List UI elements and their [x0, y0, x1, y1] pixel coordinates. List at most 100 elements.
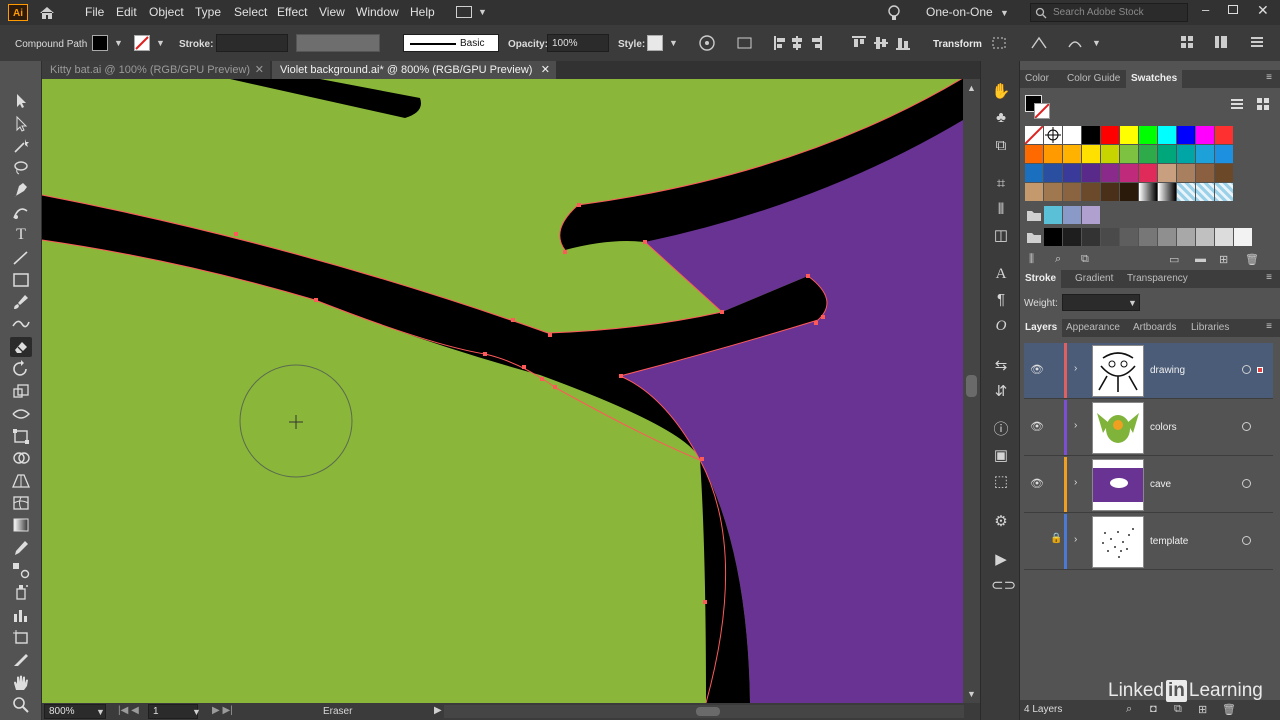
brush-definition[interactable]: Basic [403, 34, 499, 52]
new-layer-icon[interactable]: ⊞ [1198, 703, 1207, 716]
artboard-number-field[interactable]: 1 [148, 704, 198, 719]
chevron-down-icon[interactable]: ▼ [1092, 38, 1101, 48]
swatch[interactable] [1044, 206, 1062, 224]
tab-artboards[interactable]: Artboards [1128, 319, 1181, 337]
swatch[interactable] [1177, 145, 1195, 163]
slice-tool-icon[interactable] [10, 650, 32, 670]
puppet-warp-icon[interactable] [1066, 35, 1084, 51]
stroke-swatch[interactable] [134, 35, 150, 51]
eraser-tool-icon[interactable] [10, 337, 32, 357]
swatch-libraries-icon[interactable]: ⫼ [1029, 253, 1034, 266]
shape-builder-tool-icon[interactable] [10, 448, 32, 468]
chevron-down-icon[interactable]: ▼ [1000, 8, 1009, 18]
show-kinds-icon[interactable]: ⌕ [1055, 253, 1061, 266]
links-icon[interactable]: ⇆ [991, 357, 1011, 375]
rectangle-tool-icon[interactable] [10, 270, 32, 290]
tab-layers[interactable]: Layers [1020, 319, 1063, 337]
path-icon[interactable] [1030, 35, 1048, 51]
line-tool-icon[interactable] [10, 248, 32, 268]
new-sublayer-icon[interactable]: ⧉ [1174, 703, 1182, 716]
free-transform-tool-icon[interactable] [10, 426, 32, 446]
swatch[interactable] [1025, 164, 1043, 182]
target-circle-icon[interactable] [1242, 422, 1251, 431]
column-graph-tool-icon[interactable] [10, 605, 32, 625]
swatch[interactable] [1025, 183, 1043, 201]
locate-object-icon[interactable]: ⌕ [1126, 703, 1132, 716]
layer-row-template[interactable]: 🔒 › template [1024, 514, 1273, 570]
chevron-down-icon[interactable]: ▼ [192, 707, 201, 717]
transform-button[interactable]: Transform [933, 39, 982, 50]
gear-icon[interactable]: ⚙ [991, 513, 1011, 531]
swatch[interactable] [1158, 164, 1176, 182]
status-menu-arrow[interactable]: ▶ [434, 705, 442, 716]
tab-stroke[interactable]: Stroke [1020, 270, 1062, 288]
swatch[interactable] [1082, 164, 1100, 182]
scroll-up-icon[interactable]: ▲ [967, 83, 976, 93]
mesh-tool-icon[interactable] [10, 493, 32, 513]
chevron-down-icon[interactable]: ▼ [669, 38, 678, 48]
swatch[interactable] [1139, 164, 1157, 182]
first-artboard-button[interactable]: |◀ ◀ [118, 705, 139, 716]
opacity-field[interactable]: 100% [547, 34, 609, 52]
swatch[interactable] [1044, 164, 1062, 182]
swatch[interactable] [1082, 228, 1100, 246]
swatch[interactable] [1215, 228, 1233, 246]
swatch[interactable] [1120, 183, 1138, 201]
swatch[interactable] [1082, 183, 1100, 201]
chevron-down-icon[interactable]: ▼ [478, 7, 487, 17]
swatch[interactable] [1215, 183, 1233, 201]
isolate-icon[interactable] [990, 35, 1008, 51]
arrange-documents-icon[interactable] [456, 6, 472, 18]
grid-icon[interactable] [1180, 35, 1194, 49]
close-window-button[interactable]: ✕ [1257, 2, 1269, 19]
home-icon[interactable] [38, 5, 56, 20]
menu-type[interactable]: Type [195, 5, 221, 19]
link-icon[interactable]: ⊂⊃ [991, 577, 1016, 595]
swatch[interactable] [1215, 126, 1233, 144]
swatch[interactable] [1177, 164, 1195, 182]
layer-row-drawing[interactable]: 👁 › drawing [1024, 343, 1273, 399]
selected-art-indicator[interactable] [1257, 367, 1263, 373]
swatch[interactable] [1196, 228, 1214, 246]
target-circle-icon[interactable] [1242, 479, 1251, 488]
panel-arrange-icon[interactable] [1214, 35, 1228, 49]
pathfinder-icon[interactable]: ◫ [991, 227, 1011, 245]
maximize-button[interactable] [1228, 5, 1238, 14]
panel-menu-icon[interactable]: ≡ [1266, 321, 1272, 332]
layer-row-colors[interactable]: 👁 › colors [1024, 400, 1273, 456]
direct-selection-tool-icon[interactable] [10, 114, 32, 134]
swatch[interactable] [1063, 228, 1081, 246]
opentype-icon[interactable]: O [991, 317, 1011, 335]
close-tab-icon[interactable]: ✕ [255, 61, 264, 79]
search-adobe-stock[interactable]: Search Adobe Stock [1030, 3, 1188, 22]
pen-tool-icon[interactable] [10, 180, 32, 200]
chevron-right-icon[interactable]: › [1074, 534, 1077, 545]
align-buttons[interactable] [772, 34, 932, 52]
lightbulb-icon[interactable] [886, 4, 902, 22]
chevron-down-icon[interactable]: ▼ [114, 38, 123, 48]
artboard-tool-icon[interactable] [10, 627, 32, 647]
swatch[interactable] [1139, 228, 1157, 246]
navigator-icon[interactable]: ⬚ [991, 473, 1011, 491]
swatch-grid[interactable] [1024, 125, 1255, 246]
swatch[interactable] [1063, 183, 1081, 201]
tab-swatches[interactable]: Swatches [1126, 70, 1183, 88]
grid-view-icon[interactable] [1256, 97, 1270, 111]
swatch[interactable] [1025, 145, 1043, 163]
layer-name[interactable]: template [1150, 536, 1188, 547]
character-icon[interactable]: A [991, 265, 1011, 283]
chevron-down-icon[interactable]: ▼ [96, 707, 105, 717]
swatch[interactable] [1139, 145, 1157, 163]
shaper-tool-icon[interactable] [10, 314, 32, 334]
menu-edit[interactable]: Edit [116, 5, 137, 19]
recolor-artwork-icon[interactable] [698, 35, 716, 51]
selection-tool-icon[interactable] [10, 91, 32, 111]
align-to-icon[interactable] [736, 35, 756, 51]
scale-tool-icon[interactable] [10, 381, 32, 401]
panel-menu-icon[interactable]: ≡ [1266, 272, 1272, 283]
swatch[interactable] [1101, 183, 1119, 201]
lock-icon[interactable]: 🔒 [1050, 533, 1062, 544]
swatch[interactable] [1196, 126, 1214, 144]
horizontal-scrollbar[interactable] [444, 705, 964, 718]
list-view-icon[interactable] [1230, 97, 1244, 111]
